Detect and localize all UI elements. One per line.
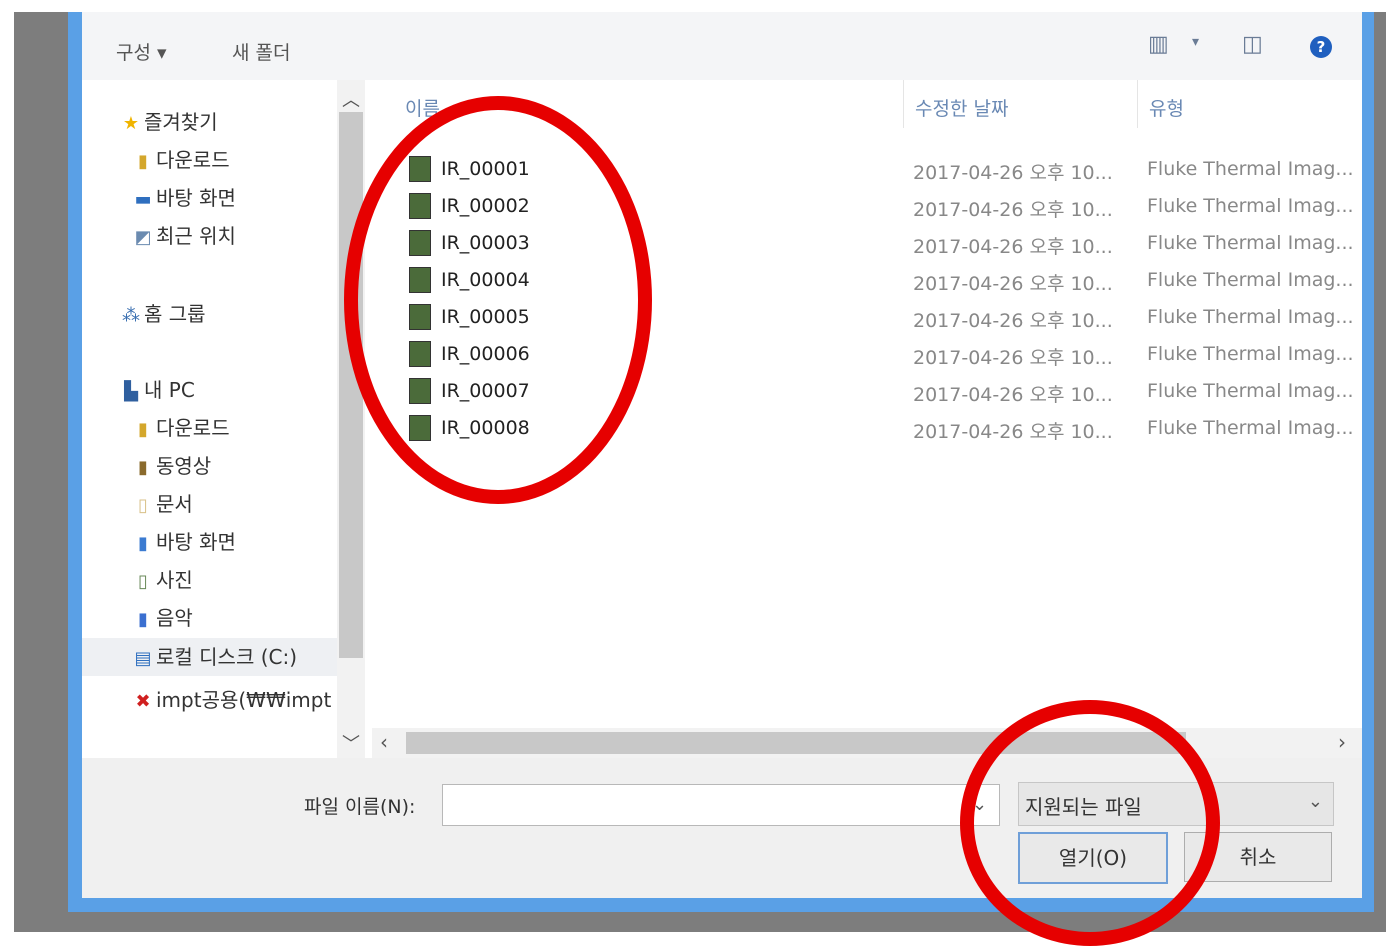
file-type: Fluke Thermal Imag...: [1147, 417, 1354, 439]
nav-documents[interactable]: ▯ 문서: [130, 488, 193, 518]
background-left: [14, 12, 70, 932]
nav-pictures[interactable]: ▯ 사진: [130, 564, 193, 594]
column-header-type[interactable]: 유형: [1149, 94, 1184, 121]
download-folder-icon: ▮: [138, 151, 148, 172]
organize-button[interactable]: 구성 ▾: [116, 38, 167, 65]
filename-label: 파일 이름(N):: [304, 796, 416, 818]
nav-label: 즐겨찾기: [144, 110, 218, 134]
nav-label: 내 PC: [144, 378, 195, 402]
file-type: Fluke Thermal Imag...: [1147, 269, 1354, 291]
scroll-up-icon[interactable]: ︿: [337, 86, 365, 112]
column-separator: [1137, 80, 1138, 128]
desktop-folder-icon: ▮: [138, 533, 148, 554]
star-icon: ★: [122, 113, 140, 134]
nav-music[interactable]: ▮ 음악: [130, 602, 193, 632]
navigation-scrollbar[interactable]: ︿ ﹀: [337, 80, 365, 758]
nav-pc-desktop[interactable]: ▮ 바탕 화면: [130, 526, 236, 556]
file-type: Fluke Thermal Imag...: [1147, 158, 1354, 180]
nav-homegroup[interactable]: ⁂ 홈 그룹: [118, 298, 206, 328]
nav-downloads[interactable]: ▮ 다운로드: [130, 144, 230, 174]
file-date: 2017-04-26 오후 10...: [913, 347, 1113, 369]
column-separator: [903, 80, 904, 128]
toolbar: 구성 ▾ 새 폴더 ▥ ▾ ◫ ?: [82, 12, 1362, 80]
nav-desktop[interactable]: ▬ 바탕 화면: [130, 182, 236, 212]
file-type: Fluke Thermal Imag...: [1147, 232, 1354, 254]
nav-this-pc[interactable]: ▙ 내 PC: [118, 374, 195, 404]
filename-input[interactable]: [442, 784, 1000, 826]
nav-label: 다운로드: [156, 148, 230, 172]
nav-recent-places[interactable]: ◩ 최근 위치: [130, 220, 236, 250]
chevron-down-icon: ⌄: [1307, 791, 1323, 812]
music-folder-icon: ▮: [138, 609, 148, 630]
annotation-circle-file-list: [344, 96, 652, 504]
desktop-icon: ▬: [134, 189, 152, 210]
nav-label: 사진: [156, 568, 193, 592]
nav-videos[interactable]: ▮ 동영상: [130, 450, 211, 480]
nav-favorites[interactable]: ★ 즐겨찾기: [118, 106, 218, 136]
videos-folder-icon: ▮: [138, 457, 148, 478]
file-type: Fluke Thermal Imag...: [1147, 343, 1354, 365]
nav-label: 로컬 디스크 (C:): [156, 645, 298, 669]
nav-label: impt공용(₩₩impt: [156, 688, 332, 712]
recent-places-icon: ◩: [134, 227, 152, 248]
file-date: 2017-04-26 오후 10...: [913, 199, 1113, 221]
file-date: 2017-04-26 오후 10...: [913, 236, 1113, 258]
scroll-left-icon[interactable]: ‹: [380, 730, 388, 754]
file-list-horizontal-scrollbar[interactable]: ‹ ›: [372, 728, 1362, 758]
nav-label: 바탕 화면: [156, 186, 236, 210]
file-type: Fluke Thermal Imag...: [1147, 306, 1354, 328]
file-type: Fluke Thermal Imag...: [1147, 380, 1354, 402]
nav-pc-downloads[interactable]: ▮ 다운로드: [130, 412, 230, 442]
nav-label: 동영상: [156, 454, 212, 478]
annotation-circle-open-button: [960, 700, 1220, 946]
nav-network-drive[interactable]: ✖ impt공용(₩₩impt: [130, 684, 331, 714]
preview-pane-icon[interactable]: ◫: [1242, 32, 1263, 57]
file-date: 2017-04-26 오후 10...: [913, 384, 1113, 406]
nav-label: 바탕 화면: [156, 530, 236, 554]
navigation-pane: ★ 즐겨찾기 ▮ 다운로드 ▬ 바탕 화면 ◩ 최근 위치 ⁂ 홈 그룹 ▙ 내 PC ▮ 다…: [82, 80, 337, 758]
scroll-right-icon[interactable]: ›: [1338, 730, 1346, 754]
file-date: 2017-04-26 오후 10...: [913, 162, 1113, 184]
nav-label: 최근 위치: [156, 224, 236, 248]
pictures-folder-icon: ▯: [138, 571, 148, 592]
homegroup-icon: ⁂: [122, 305, 140, 326]
column-header-date[interactable]: 수정한 날짜: [915, 94, 1008, 121]
documents-folder-icon: ▯: [138, 495, 148, 516]
file-date: 2017-04-26 오후 10...: [913, 273, 1113, 295]
nav-label: 다운로드: [156, 416, 230, 440]
view-options-icon[interactable]: ▥: [1148, 32, 1169, 57]
local-disk-icon: ▤: [134, 648, 152, 669]
file-date: 2017-04-26 오후 10...: [913, 310, 1113, 332]
pc-icon: ▙: [124, 381, 138, 402]
nav-label: 홈 그룹: [144, 302, 206, 326]
background-bottom: [14, 910, 1386, 932]
view-dropdown-icon[interactable]: ▾: [1192, 34, 1199, 50]
download-folder-icon: ▮: [138, 419, 148, 440]
file-date: 2017-04-26 오후 10...: [913, 421, 1113, 443]
nav-label: 음악: [156, 606, 193, 630]
scroll-down-icon[interactable]: ﹀: [337, 730, 365, 756]
network-drive-icon: ✖: [135, 691, 151, 712]
file-type: Fluke Thermal Imag...: [1147, 195, 1354, 217]
new-folder-button[interactable]: 새 폴더: [232, 38, 290, 65]
nav-local-disk[interactable]: ▤ 로컬 디스크 (C:): [82, 638, 337, 676]
nav-label: 문서: [156, 492, 193, 516]
help-icon[interactable]: ?: [1310, 36, 1332, 58]
background-right: [1372, 12, 1386, 932]
